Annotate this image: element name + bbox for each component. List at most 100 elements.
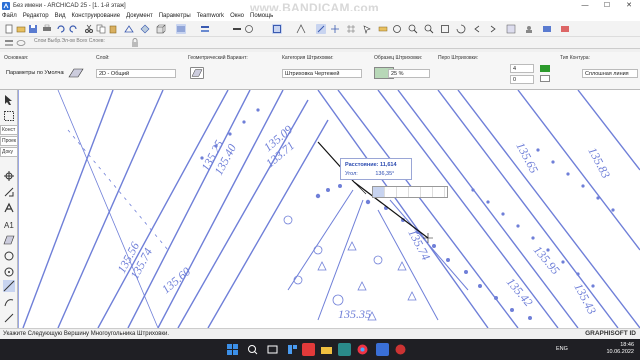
wall-layer-icon[interactable]	[232, 24, 242, 34]
tab-projection[interactable]: Проек	[0, 136, 18, 146]
zoom-in-icon[interactable]	[408, 24, 418, 34]
svg-text:A1: A1	[4, 221, 14, 230]
polygon-geometry-icon[interactable]	[190, 67, 204, 79]
magic-wand-icon[interactable]	[316, 24, 326, 34]
system-clock[interactable]: 18:46 10.06.2022	[606, 342, 634, 356]
level-tool-icon[interactable]	[3, 186, 15, 198]
fit-window-icon[interactable]	[440, 24, 450, 34]
previous-zoom-icon[interactable]	[472, 24, 482, 34]
publisher-icon[interactable]	[542, 24, 552, 34]
close-button[interactable]: ✕	[618, 0, 640, 11]
graphisoft-id[interactable]: GRAPHISOFT ID	[585, 330, 636, 337]
marquee-tool-icon[interactable]	[3, 110, 15, 122]
minimize-button[interactable]: —	[574, 0, 596, 11]
pen-set-icon[interactable]	[176, 24, 186, 34]
language-indicator[interactable]: ENG	[556, 346, 568, 352]
open-folder-icon[interactable]	[16, 24, 26, 34]
layer-settings-icon[interactable]	[4, 38, 14, 48]
pattern-select[interactable]: 25 %	[388, 69, 430, 78]
polyline-tool-icon[interactable]	[3, 280, 15, 292]
pen-color-swatch[interactable]	[540, 65, 550, 72]
plan-canvas[interactable]: 135.25 135.40 135.09 133.71 135.56 135.7…	[18, 90, 640, 328]
widgets-icon[interactable]	[286, 343, 299, 356]
trace-icon[interactable]	[392, 24, 402, 34]
cursor-snap-icon[interactable]	[362, 24, 372, 35]
pet-offset-icon[interactable]	[421, 187, 433, 197]
cut-icon[interactable]	[84, 24, 94, 34]
hotspot-tool-icon[interactable]	[3, 312, 15, 324]
fill-tool-icon[interactable]	[68, 68, 84, 78]
rotate-view-icon[interactable]	[456, 24, 466, 34]
pet-arc-icon[interactable]	[385, 187, 397, 197]
hatch-category-select[interactable]: Штриховка Чертежей	[282, 69, 362, 78]
file-explorer-icon[interactable]	[320, 343, 333, 356]
line-tool-icon[interactable]	[3, 250, 15, 262]
contour-select[interactable]: Сплошная линия	[582, 69, 638, 78]
arc-tool-icon[interactable]	[3, 266, 15, 278]
layer-select[interactable]: 2D - Общий	[96, 69, 176, 78]
word-icon[interactable]	[376, 343, 389, 356]
dimension-tool-icon[interactable]	[3, 170, 15, 182]
pet-close-icon[interactable]	[433, 187, 445, 197]
background-color-swatch[interactable]	[540, 75, 550, 82]
layer-lock-icon[interactable]	[130, 38, 140, 48]
zoom-out-icon[interactable]	[424, 24, 434, 34]
arrow-tool-icon[interactable]	[3, 94, 15, 106]
3d-view-icon[interactable]	[156, 24, 166, 34]
menu-document[interactable]: Документ	[126, 13, 153, 19]
menu-window[interactable]: Окно	[230, 13, 244, 19]
menu-view[interactable]: Вид	[55, 13, 66, 19]
layer-combination-icon[interactable]	[200, 24, 210, 34]
maximize-button[interactable]: ☐	[596, 0, 618, 11]
chrome-icon[interactable]	[356, 343, 369, 356]
search-icon[interactable]	[246, 343, 259, 356]
save-icon[interactable]	[28, 24, 38, 34]
start-icon[interactable]	[226, 343, 239, 356]
teamwork-icon[interactable]	[524, 24, 534, 34]
site-plan-drawing[interactable]: 135.25 135.40 135.09 133.71 135.56 135.7…	[18, 90, 640, 328]
favorites-value[interactable]: Параметры по Умолчанию	[4, 69, 64, 78]
navigator-icon[interactable]	[506, 24, 516, 34]
archicad-taskbar-icon[interactable]	[338, 343, 351, 356]
menu-options[interactable]: Параметры	[159, 13, 191, 19]
fill-tool-active-icon[interactable]	[3, 234, 15, 246]
pet-tangent-icon[interactable]	[397, 187, 409, 197]
snap-guides-icon[interactable]	[330, 24, 340, 34]
next-zoom-icon[interactable]	[488, 24, 498, 34]
window-title: Без имени - ARCHICAD 25 - [1. 1-й этаж]	[13, 2, 126, 9]
print-icon[interactable]	[42, 24, 52, 34]
ruler-icon[interactable]	[378, 24, 388, 34]
undo-icon[interactable]	[56, 24, 66, 34]
partial-structure-icon[interactable]	[296, 24, 306, 34]
pet-segment-icon[interactable]	[373, 187, 385, 197]
new-file-icon[interactable]	[4, 24, 14, 34]
redo-icon[interactable]	[68, 24, 78, 34]
bimx-icon[interactable]	[560, 24, 570, 34]
menu-file[interactable]: Файл	[2, 13, 17, 19]
task-view-icon[interactable]	[266, 343, 279, 356]
office-app-icon[interactable]	[302, 343, 315, 356]
distance-label: Расстояние:	[345, 162, 379, 168]
bandicam-icon[interactable]	[394, 343, 407, 356]
spline-tool-icon[interactable]	[3, 296, 15, 308]
foreground-pen-input[interactable]: 4	[510, 64, 534, 73]
elevate-icon[interactable]	[140, 24, 150, 34]
menu-help[interactable]: Помощь	[250, 13, 273, 19]
find-select-icon[interactable]	[124, 24, 134, 34]
tab-design[interactable]: Конст	[0, 125, 18, 135]
label-tool-icon[interactable]: A1	[3, 218, 15, 230]
display-options-icon[interactable]	[272, 24, 282, 34]
scale-icon[interactable]	[244, 24, 254, 34]
background-pen-input[interactable]: 0	[510, 75, 534, 84]
menu-design[interactable]: Конструирование	[71, 13, 120, 19]
grid-icon[interactable]	[346, 24, 356, 34]
menu-teamwork[interactable]: Teamwork	[197, 13, 224, 19]
copy-icon[interactable]	[96, 24, 106, 34]
text-tool-icon[interactable]	[3, 202, 15, 214]
layer-visibility-icon[interactable]	[16, 38, 26, 48]
standard-toolbar	[0, 21, 640, 37]
paste-icon[interactable]	[108, 24, 118, 34]
menu-edit[interactable]: Редактор	[23, 13, 49, 19]
tab-document[interactable]: Доку	[0, 147, 18, 157]
pet-spline-icon[interactable]	[409, 187, 421, 197]
